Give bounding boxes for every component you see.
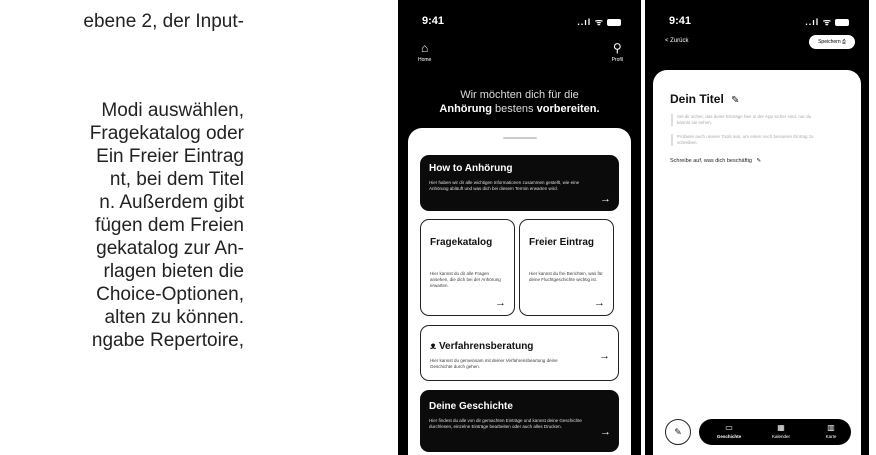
card-description: Hier findest du alle von dir gemachten E…: [429, 418, 582, 429]
card-title: Deine Geschichte: [429, 401, 513, 412]
card-description: Hier kannst du gemeinsam mit deiner Verf…: [430, 358, 558, 369]
doc-line: Fragekatalog oder: [89, 123, 244, 144]
home-label: Home: [418, 57, 432, 63]
status-time: 9:41: [669, 15, 692, 27]
tab-karte[interactable]: ▥ Karte: [811, 423, 851, 439]
entry-editor-screen: 9:41 ..ıl ᯤ < Zurück Speichern ⎙ Dein Ti…: [641, 0, 869, 455]
doc-line: alten zu können.: [104, 307, 244, 328]
arrow-right-icon: →: [599, 350, 610, 362]
deine-geschichte-card[interactable]: Deine Geschichte Hier findest du alle vo…: [420, 390, 619, 452]
signal-wifi-icon: ..ıl ᯤ: [577, 15, 621, 28]
save-button[interactable]: Speichern ⎙: [809, 35, 855, 49]
welcome-bold: Anhörung: [439, 103, 492, 115]
doc-line: fügen dem Freien: [95, 215, 244, 236]
calendar-icon: ▦: [777, 423, 785, 432]
tab-geschichte[interactable]: ▭ Geschichte: [709, 423, 749, 439]
status-time: 9:41: [422, 15, 445, 27]
verfahrensberatung-card[interactable]: ᴥ Verfahrensberatung Hier kannst du geme…: [420, 325, 619, 381]
arrow-right-icon: →: [495, 297, 506, 309]
profile-icon: ⚲: [612, 41, 622, 55]
doc-line: Choice-Optionen,: [96, 284, 244, 305]
entry-title[interactable]: Dein Titel ✎: [670, 92, 740, 106]
doc-line: Modi auswählen,: [101, 100, 244, 121]
tab-label: Kalender: [771, 434, 790, 439]
people-icon: ᴥ: [430, 341, 437, 352]
signal-wifi-icon: ..ıl ᯤ: [805, 15, 849, 28]
card-title: Fragekatalog: [430, 237, 493, 248]
bottom-tab-bar: ▭ Geschichte ▦ Kalender ▥ Karte: [699, 419, 851, 445]
entry-placeholder: Schreibe auf, was dich beschäftig: [670, 158, 752, 164]
book-icon: ▭: [725, 423, 733, 432]
tab-label: Karte: [825, 434, 837, 439]
profile-label: Profil: [611, 57, 623, 63]
document-text: ebene 2, der Input- Modi auswählen, Frag…: [0, 0, 250, 455]
welcome-bold: vorbereiten.: [536, 103, 600, 115]
fragekatalog-card[interactable]: Fragekatalog Hier kannst du dir alle Fra…: [420, 219, 515, 316]
card-title: How to Anhörung: [429, 163, 513, 174]
editor-sheet: Dein Titel ✎ Sei dir sicher, das deine E…: [653, 70, 861, 455]
tools-hint: Probiere auch unsere Tools aus, um einen…: [671, 134, 821, 146]
doc-line: ngabe Repertoire,: [91, 330, 244, 351]
doc-line: ebene 2, der Input-: [83, 11, 244, 32]
pen-icon: ✎: [674, 427, 682, 437]
status-bar: 9:41 ..ıl ᯤ: [398, 12, 641, 28]
card-description: Hier kannst du frei Berichten, was für d…: [529, 271, 603, 282]
doc-line: n. Außerdem gibt: [99, 192, 244, 213]
home-nav-button[interactable]: ⌂ Home: [418, 41, 432, 64]
doc-line: rlagen bieten die: [103, 261, 245, 282]
welcome-heading: Wir möchten dich für die Anhörung besten…: [398, 88, 641, 116]
card-description: Hier kannst du dir alle Fragen ansehen, …: [430, 271, 501, 288]
card-title: Verfahrensberatung: [438, 341, 534, 352]
edit-title-icon[interactable]: ✎: [731, 95, 739, 106]
battery-icon: [835, 19, 849, 27]
doc-line: nt, bei dem Titel: [109, 169, 244, 190]
card-title: Freier Eintrag: [529, 237, 595, 248]
profile-nav-button[interactable]: ⚲ Profil: [611, 41, 623, 64]
status-bar: 9:41 ..ıl ᯤ: [645, 12, 869, 28]
back-button[interactable]: < Zurück: [665, 38, 689, 44]
freier-eintrag-card[interactable]: Freier Eintrag Hier kannst du frei Beric…: [519, 219, 614, 316]
content-sheet: How to Anhörung Hier haben wir dir alle …: [408, 128, 631, 455]
home-screen: 9:41 ..ıl ᯤ ⌂ Home ⚲ Profil Wir möchten …: [398, 0, 641, 455]
doc-line: gekatalog zur An-: [96, 238, 244, 259]
tab-kalender[interactable]: ▦ Kalender: [761, 423, 801, 439]
tab-label: Geschichte: [716, 434, 742, 439]
arrow-right-icon: →: [600, 193, 611, 205]
welcome-line: Wir möchten dich für die: [460, 89, 579, 101]
pencil-icon: ✎: [756, 158, 762, 164]
arrow-right-icon: →: [594, 297, 605, 309]
arrow-right-icon: →: [600, 426, 611, 438]
entry-title-text: Dein Titel: [670, 92, 724, 106]
home-icon: ⌂: [421, 41, 429, 55]
entry-input[interactable]: Schreibe auf, was dich beschäftig ✎: [670, 158, 761, 164]
doc-line: Ein Freier Eintrag: [96, 146, 244, 167]
privacy-hint: Sei dir sicher, das deine Einträge hier …: [671, 114, 821, 126]
battery-icon: [607, 19, 621, 27]
welcome-mid: bestens: [491, 103, 537, 115]
card-description: Hier haben wir dir alle wichtigen Inform…: [429, 180, 580, 191]
map-icon: ▥: [827, 423, 835, 432]
tools-button[interactable]: ✎: [665, 419, 691, 445]
how-to-anhoerung-card[interactable]: How to Anhörung Hier haben wir dir alle …: [420, 155, 619, 211]
sheet-grabber[interactable]: [502, 137, 537, 139]
